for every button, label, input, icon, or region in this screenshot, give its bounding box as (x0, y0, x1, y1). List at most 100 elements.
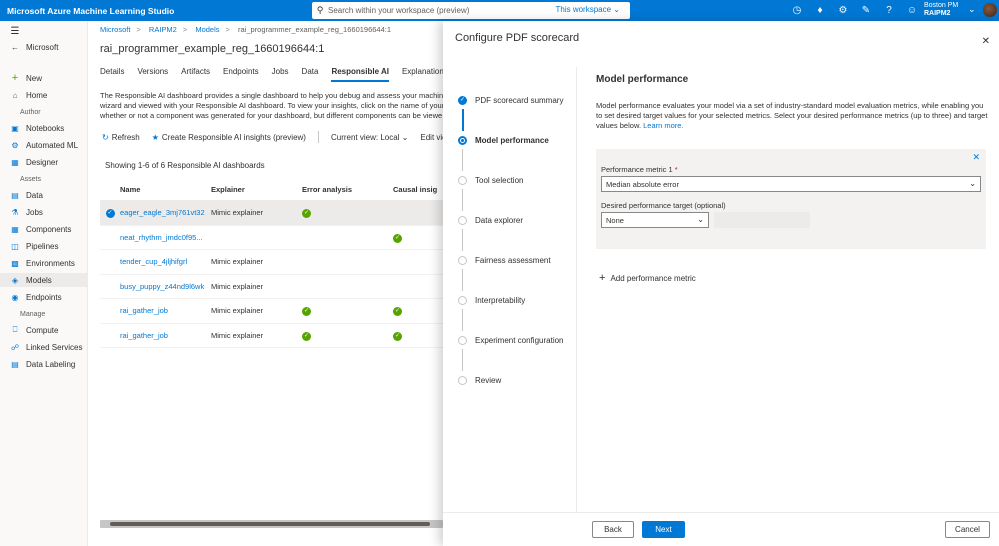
performance-metric-dropdown[interactable]: Median absolute error ⌄ (601, 176, 981, 192)
hamburger-icon: ☰ (10, 25, 20, 37)
breadcrumb-workspace[interactable]: RAIPM2 (149, 25, 177, 34)
step-pending-icon (458, 296, 467, 305)
current-view-selector[interactable]: Current view: Local ⌄ (331, 133, 408, 142)
help-icon[interactable]: ? (882, 5, 896, 16)
search-input[interactable]: Search within your workspace (preview) (328, 6, 469, 15)
smiley-icon[interactable]: ☺ (905, 5, 919, 16)
dashboard-link[interactable]: tender_cup_4jljhifgrl (120, 257, 211, 266)
next-button[interactable]: Next (642, 521, 685, 538)
step-interpretability[interactable]: Interpretability (458, 296, 525, 305)
step-connector (462, 309, 463, 331)
nav-home[interactable]: ⌂ Home (10, 88, 48, 102)
step-pending-icon (458, 176, 467, 185)
nav-components[interactable]: ▦ Components (10, 222, 71, 236)
tab-endpoints[interactable]: Endpoints (223, 67, 259, 82)
table-row[interactable]: tender_cup_4jljhifgrl Mimic explainer (100, 250, 443, 275)
nav-pipelines[interactable]: ◫ Pipelines (10, 239, 58, 253)
plus-icon: + (599, 272, 606, 284)
tab-explanations[interactable]: Explanations (402, 67, 448, 82)
tab-responsible-ai[interactable]: Responsible AI (331, 67, 389, 82)
tab-versions[interactable]: Versions (137, 67, 168, 82)
step-pdf-scorecard-summary[interactable]: ✓ PDF scorecard summary (458, 96, 563, 105)
tab-artifacts[interactable]: Artifacts (181, 67, 210, 82)
page-title: rai_programmer_example_reg_1660196644:1 (100, 43, 325, 55)
tab-details[interactable]: Details (100, 67, 124, 82)
avatar[interactable] (983, 3, 997, 17)
back-button[interactable]: Back (592, 521, 634, 538)
user-name: Boston PM (924, 2, 959, 9)
horizontal-scrollbar[interactable] (100, 520, 443, 528)
step-pending-icon (458, 216, 467, 225)
compute-icon: ⎕ (12, 325, 18, 334)
step-experiment-configuration[interactable]: Experiment configuration (458, 336, 564, 345)
nav-automated-ml[interactable]: ⚙ Automated ML (10, 138, 78, 152)
dashboard-link[interactable]: rai_gather_job (120, 331, 211, 340)
link-icon: ☍ (10, 342, 20, 352)
refresh-icon: ↻ (102, 132, 109, 142)
gear-icon[interactable]: ⚙ (836, 5, 850, 16)
nav-notebooks[interactable]: ▣ Notebooks (10, 121, 64, 135)
column-causal[interactable]: Causal insig (393, 185, 443, 194)
refresh-button[interactable]: ↻ Refresh (102, 133, 140, 142)
table-row[interactable]: ✓ eager_eagle_3mj761vt32 Mimic explainer… (100, 201, 443, 226)
workspace-search[interactable]: ⚲ Search within your workspace (preview)… (312, 2, 630, 19)
step-data-explorer[interactable]: Data explorer (458, 216, 523, 225)
learn-more-link[interactable]: Learn more. (643, 121, 683, 130)
nav-environments[interactable]: ▩ Environments (10, 256, 75, 270)
feedback-icon[interactable]: ✎ (859, 5, 873, 16)
step-tool-selection[interactable]: Tool selection (458, 176, 523, 185)
table-row[interactable]: busy_puppy_z44nd9l6wk Mimic explainer (100, 275, 443, 299)
jobs-icon: ⚗ (11, 207, 19, 217)
breadcrumb-microsoft[interactable]: Microsoft (100, 25, 130, 34)
table-row[interactable]: rai_gather_job Mimic explainer ✓ ✓ (100, 299, 443, 324)
tab-data[interactable]: Data (302, 67, 319, 82)
notifications-icon[interactable]: ♦ (813, 5, 827, 16)
nav-microsoft[interactable]: ← Microsoft (10, 40, 58, 54)
app-title[interactable]: Microsoft Azure Machine Learning Studio (0, 6, 310, 16)
chevron-down-icon[interactable]: ⌄ (968, 4, 976, 15)
row-selected-icon[interactable]: ✓ (105, 209, 115, 219)
history-icon[interactable]: ◷ (790, 5, 804, 16)
dashboard-link[interactable]: busy_puppy_z44nd9l6wk (120, 282, 211, 291)
dashboard-link[interactable]: eager_eagle_3mj761vt32 (120, 208, 211, 217)
column-explainer[interactable]: Explainer (211, 185, 302, 194)
target-value-input[interactable] (714, 212, 810, 228)
column-name[interactable]: Name (120, 185, 211, 194)
hamburger-menu[interactable]: ☰ (10, 24, 20, 38)
nav-jobs[interactable]: ⚗ Jobs (10, 205, 43, 219)
nav-designer[interactable]: ▦ Designer (10, 155, 58, 169)
step-model-performance[interactable]: Model performance (458, 136, 549, 145)
close-icon[interactable]: ✕ (982, 36, 990, 47)
nav-data[interactable]: ▤ Data (10, 188, 43, 202)
nav-compute[interactable]: ⎕ Compute (10, 323, 59, 337)
column-error-analysis[interactable]: Error analysis (302, 185, 393, 194)
table-row[interactable]: rai_gather_job Mimic explainer ✓ ✓ (100, 324, 443, 348)
scrollbar-thumb[interactable] (110, 522, 430, 526)
remove-metric-icon[interactable]: ✕ (972, 152, 980, 163)
dashboard-link[interactable]: rai_gather_job (120, 306, 211, 315)
user-account[interactable]: Boston PM RAIPM2 (924, 2, 958, 18)
step-fairness-assessment[interactable]: Fairness assessment (458, 256, 551, 265)
breadcrumb: Microsoft > RAIPM2 > Models > rai_programme… (100, 25, 392, 34)
target-label: Desired performance target (optional) (601, 201, 726, 210)
dashboard-link[interactable]: neat_rhythm_jmdc0f95... (120, 233, 211, 242)
search-scope-dropdown[interactable]: This workspace ⌄ (555, 5, 620, 14)
environments-icon: ▩ (11, 258, 19, 268)
table-row[interactable]: neat_rhythm_jmdc0f95... ✓ (100, 226, 443, 250)
cancel-button[interactable]: Cancel (945, 521, 990, 538)
create-insights-button[interactable]: ★ Create Responsible AI insights (preview… (152, 133, 306, 142)
nav-new[interactable]: + New (10, 71, 42, 85)
tab-jobs[interactable]: Jobs (272, 67, 289, 82)
back-arrow-icon: ← (11, 42, 19, 52)
performance-target-dropdown[interactable]: None ⌄ (601, 212, 709, 228)
dashboards-table: Name Explainer Error analysis Causal ins… (100, 179, 443, 348)
panel-footer: Back Next Cancel (443, 512, 999, 546)
add-performance-metric-button[interactable]: + Add performance metric (599, 272, 696, 284)
breadcrumb-models[interactable]: Models (195, 25, 219, 34)
nav-endpoints[interactable]: ◉ Endpoints (10, 290, 62, 304)
plus-icon: + (11, 72, 19, 84)
nav-linked-services[interactable]: ☍ Linked Services (10, 340, 83, 354)
nav-models[interactable]: ◈ Models (0, 273, 87, 287)
nav-data-labeling[interactable]: ▤ Data Labeling (10, 357, 75, 371)
step-review[interactable]: Review (458, 376, 501, 385)
